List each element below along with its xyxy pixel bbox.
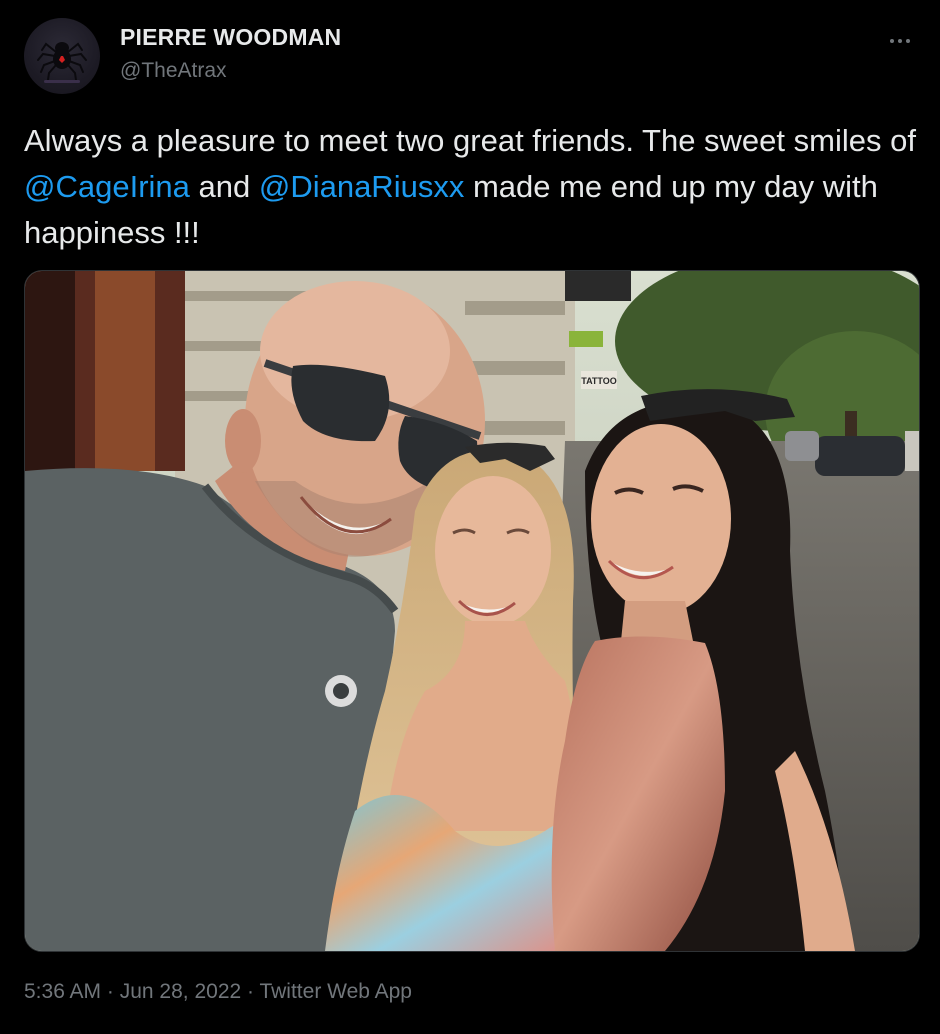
tweet-header: PIERRE WOODMAN @TheAtrax [24,18,916,94]
shop-sign-text: TATTOO [581,376,617,386]
photo-illustration: TATTOO [25,271,919,951]
tweet-text: Always a pleasure to meet two great frie… [24,118,924,256]
avatar[interactable] [24,18,100,94]
author-handle[interactable]: @TheAtrax [120,59,341,83]
tweet-card: PIERRE WOODMAN @TheAtrax Always a pleasu… [0,0,940,1034]
more-options-button[interactable] [886,26,916,56]
more-options-icon-dot [898,39,902,43]
meta-separator: · [241,980,260,1003]
tweet-photo[interactable]: TATTOO [24,270,920,952]
more-options-icon [890,39,894,43]
tweet-meta: 5:36 AM · Jun 28, 2022 · Twitter Web App [24,980,412,1004]
tweet-source[interactable]: Twitter Web App [259,980,412,1003]
mention-link[interactable]: @DianaRiusxx [259,169,464,204]
spider-logo-icon [37,42,87,83]
mention-link[interactable]: @CageIrina [24,169,190,204]
author-info: PIERRE WOODMAN @TheAtrax [120,24,341,83]
tweet-date[interactable]: Jun 28, 2022 [120,980,241,1003]
meta-separator: · [101,980,120,1003]
author-display-name[interactable]: PIERRE WOODMAN [120,24,341,51]
tweet-text-part: and [189,169,259,204]
more-options-icon-dot [906,39,910,43]
tweet-time[interactable]: 5:36 AM [24,980,101,1003]
tweet-text-part: Always a pleasure to meet two great frie… [24,123,916,158]
